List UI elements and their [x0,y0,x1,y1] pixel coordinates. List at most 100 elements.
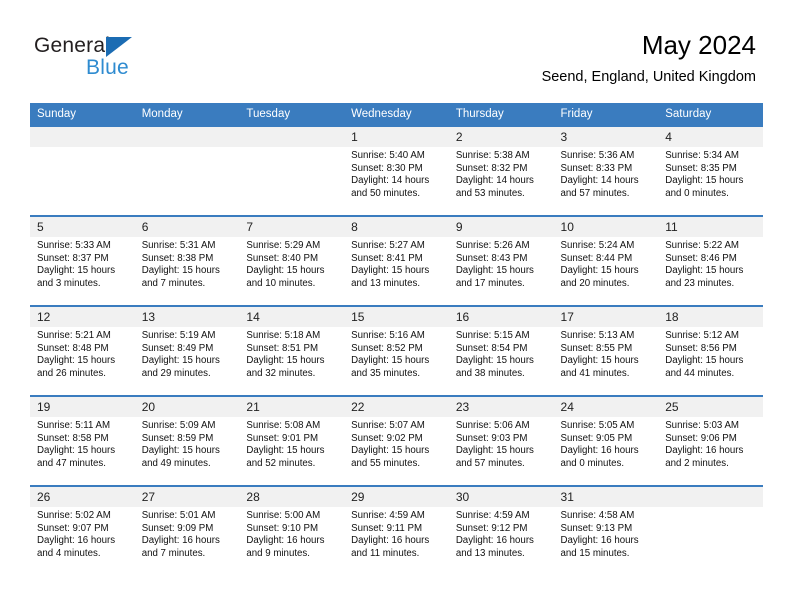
day-number[interactable]: 18 [658,307,763,327]
day-cell[interactable]: Sunrise: 5:24 AM Sunset: 8:44 PM Daylight:… [553,237,659,305]
day-number-row: 19 20 21 22 23 24 25 [30,397,763,417]
day-daylight-2-text: and 57 minutes. [560,187,630,199]
day-cell[interactable]: Sunrise: 4:59 AM Sunset: 9:11 PM Daylight:… [344,507,449,575]
day-number[interactable]: 1 [344,127,449,147]
day-cell[interactable]: Sunrise: 5:40 AM Sunset: 8:30 PM Daylight:… [344,147,449,215]
day-cell[interactable]: Sunrise: 5:26 AM Sunset: 8:43 PM Daylight:… [448,237,554,305]
day-cell[interactable]: Sunrise: 5:15 AM Sunset: 8:54 PM Daylight:… [448,327,554,395]
day-daylight-1-text: Daylight: 15 hours [37,445,116,457]
day-number[interactable]: 5 [30,217,135,237]
day-cell[interactable]: Sunrise: 5:34 AM Sunset: 8:35 PM Daylight:… [658,147,763,215]
day-cell[interactable]: Sunrise: 4:58 AM Sunset: 9:13 PM Daylight:… [553,507,659,575]
title-block: May 2024 Seend, England, United Kingdom [542,30,756,86]
day-sunrise-text: Sunrise: 5:29 AM [246,240,321,251]
day-sunset-text: Sunset: 9:13 PM [560,522,633,534]
day-number[interactable]: 2 [448,127,554,147]
day-daylight-2-text: and 38 minutes. [455,367,525,379]
day-cell[interactable]: Sunrise: 5:01 AM Sunset: 9:09 PM Daylight:… [134,507,240,575]
day-number[interactable]: 21 [239,397,345,417]
day-number[interactable]: 17 [553,307,659,327]
day-number[interactable]: 25 [658,397,763,417]
day-cell[interactable]: Sunrise: 5:06 AM Sunset: 9:03 PM Daylight:… [448,417,554,485]
day-daylight-1-text: Daylight: 15 hours [141,355,220,367]
day-sunrise-text: Sunrise: 5:01 AM [141,510,216,521]
day-sunset-text: Sunset: 8:32 PM [455,162,528,174]
day-number[interactable]: 27 [134,487,240,507]
day-number[interactable]: 16 [448,307,554,327]
day-cell[interactable]: Sunrise: 5:22 AM Sunset: 8:46 PM Daylight:… [658,237,763,305]
day-number[interactable]: 13 [134,307,240,327]
day-cell[interactable]: Sunrise: 5:09 AM Sunset: 8:59 PM Daylight:… [134,417,240,485]
day-cell[interactable]: Sunrise: 5:33 AM Sunset: 8:37 PM Daylight:… [30,237,135,305]
day-cell-empty [30,147,135,215]
day-cell[interactable]: Sunrise: 5:05 AM Sunset: 9:05 PM Daylight:… [553,417,659,485]
day-number-empty [134,127,240,147]
day-cell[interactable]: Sunrise: 5:19 AM Sunset: 8:49 PM Daylight:… [134,327,240,395]
day-cell[interactable]: Sunrise: 5:29 AM Sunset: 8:40 PM Daylight:… [239,237,345,305]
day-sunset-text: Sunset: 8:40 PM [246,252,319,264]
day-cell[interactable]: Sunrise: 5:03 AM Sunset: 9:06 PM Daylight:… [658,417,763,485]
day-cell[interactable]: Sunrise: 5:02 AM Sunset: 9:07 PM Daylight:… [30,507,135,575]
day-cell[interactable]: Sunrise: 5:12 AM Sunset: 8:56 PM Daylight:… [658,327,763,395]
day-number[interactable]: 28 [239,487,345,507]
day-cell[interactable]: Sunrise: 5:08 AM Sunset: 9:01 PM Daylight:… [239,417,345,485]
day-cell[interactable]: Sunrise: 5:16 AM Sunset: 8:52 PM Daylight:… [344,327,449,395]
day-number[interactable]: 30 [448,487,554,507]
day-number[interactable]: 29 [344,487,449,507]
day-daylight-2-text: and 2 minutes. [665,457,729,469]
day-daylight-2-text: and 26 minutes. [37,367,106,379]
day-number-row: 5 6 7 8 9 10 11 [30,217,763,237]
day-sunset-text: Sunset: 8:49 PM [141,342,214,354]
day-number[interactable]: 15 [344,307,449,327]
day-daylight-1-text: Daylight: 16 hours [141,535,220,547]
day-daylight-1-text: Daylight: 15 hours [246,445,325,457]
day-daylight-2-text: and 17 minutes. [455,277,525,289]
day-cell[interactable]: Sunrise: 5:13 AM Sunset: 8:55 PM Daylight:… [553,327,659,395]
day-sunset-text: Sunset: 8:33 PM [560,162,633,174]
day-number[interactable]: 14 [239,307,345,327]
day-number[interactable]: 31 [553,487,659,507]
day-cell[interactable]: Sunrise: 5:18 AM Sunset: 8:51 PM Daylight:… [239,327,345,395]
day-number[interactable]: 7 [239,217,345,237]
day-sunset-text: Sunset: 8:35 PM [665,162,737,174]
weekday-header-friday: Friday [553,103,659,125]
day-cell[interactable]: Sunrise: 5:11 AM Sunset: 8:58 PM Daylight:… [30,417,135,485]
day-cell[interactable]: Sunrise: 5:00 AM Sunset: 9:10 PM Daylight:… [239,507,345,575]
day-cell[interactable]: Sunrise: 4:59 AM Sunset: 9:12 PM Daylight:… [448,507,554,575]
day-number[interactable]: 4 [658,127,763,147]
day-cell[interactable]: Sunrise: 5:31 AM Sunset: 8:38 PM Daylight:… [134,237,240,305]
day-daylight-2-text: and 0 minutes. [560,457,625,469]
day-cell[interactable]: Sunrise: 5:36 AM Sunset: 8:33 PM Daylight:… [553,147,659,215]
day-number[interactable]: 26 [30,487,135,507]
day-cell[interactable]: Sunrise: 5:38 AM Sunset: 8:32 PM Daylight:… [448,147,554,215]
day-number[interactable]: 22 [344,397,449,417]
day-sunset-text: Sunset: 8:43 PM [455,252,528,264]
day-sunset-text: Sunset: 8:58 PM [37,432,109,444]
day-daylight-1-text: Daylight: 16 hours [560,445,639,457]
day-number[interactable]: 6 [134,217,240,237]
day-daylight-2-text: and 13 minutes. [455,547,525,559]
day-cell[interactable]: Sunrise: 5:07 AM Sunset: 9:02 PM Daylight:… [344,417,449,485]
day-daylight-2-text: and 49 minutes. [141,457,211,469]
page-subtitle: Seend, England, United Kingdom [541,69,756,85]
day-number[interactable]: 9 [448,217,554,237]
day-number[interactable]: 19 [30,397,135,417]
day-sunrise-text: Sunrise: 5:34 AM [665,150,739,161]
day-daylight-2-text: and 41 minutes. [560,367,630,379]
day-number[interactable]: 3 [553,127,659,147]
general-blue-logo[interactable]: General Blue [34,34,214,82]
day-daylight-1-text: Daylight: 16 hours [37,535,116,547]
day-number[interactable]: 8 [344,217,449,237]
day-number[interactable]: 20 [134,397,240,417]
day-number[interactable]: 23 [448,397,554,417]
day-number[interactable]: 11 [658,217,763,237]
day-sunset-text: Sunset: 8:55 PM [560,342,633,354]
day-daylight-1-text: Daylight: 15 hours [665,265,744,277]
day-cell[interactable]: Sunrise: 5:21 AM Sunset: 8:48 PM Daylight:… [30,327,135,395]
day-number[interactable]: 10 [553,217,659,237]
day-number[interactable]: 24 [553,397,659,417]
day-detail-row: Sunrise: 5:02 AM Sunset: 9:07 PM Daylight:… [30,507,763,575]
day-cell[interactable]: Sunrise: 5:27 AM Sunset: 8:41 PM Daylight:… [344,237,449,305]
day-number[interactable]: 12 [30,307,135,327]
calendar-body: 1 2 3 4 Sunrise: 5:40 AM Sunset: 8:30 PM Dayli… [30,125,763,575]
